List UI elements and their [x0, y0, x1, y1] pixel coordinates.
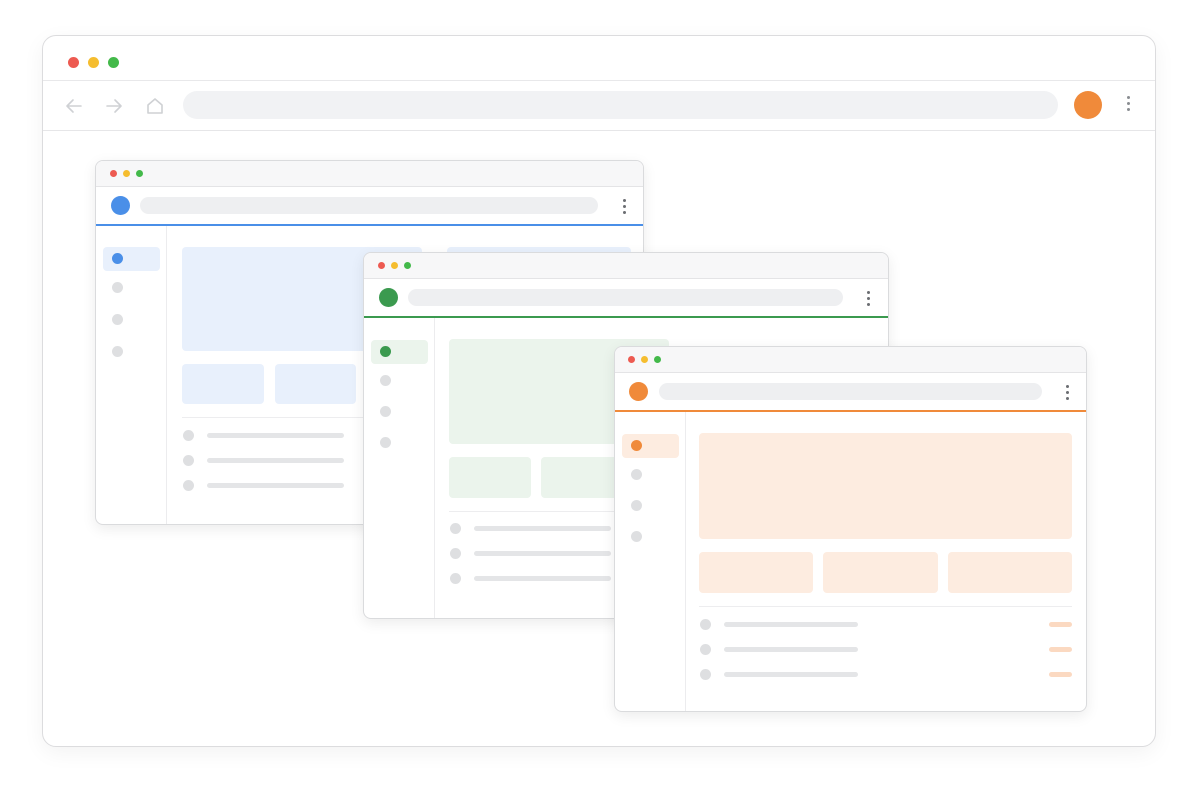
list-item-line [474, 526, 611, 531]
avatar[interactable] [111, 196, 130, 215]
outer-title-bar [43, 36, 1155, 81]
close-window-dot[interactable] [68, 57, 79, 68]
close-window-dot[interactable] [110, 170, 117, 177]
app-window-orange[interactable] [614, 346, 1087, 712]
list-item-line [724, 647, 858, 652]
minimize-window-dot[interactable] [391, 262, 398, 269]
list-item-dot [450, 548, 461, 559]
list-item-dot [700, 619, 711, 630]
sidebar-item[interactable] [622, 525, 679, 549]
kebab-menu-icon[interactable] [623, 199, 627, 217]
sidebar-dot [631, 500, 642, 511]
list-item-dot [183, 480, 194, 491]
window-toolbar [96, 187, 643, 224]
accent-line [96, 224, 643, 226]
address-bar[interactable] [183, 91, 1058, 119]
tile-card [541, 457, 621, 498]
window-title-bar [96, 161, 643, 187]
sidebar-dot [380, 346, 391, 357]
list-item-dot [700, 644, 711, 655]
sidebar-item[interactable] [371, 431, 428, 455]
divider [699, 606, 1072, 607]
sidebar-item[interactable] [103, 308, 160, 332]
outer-toolbar [43, 81, 1155, 131]
tile-card [449, 457, 531, 498]
search-input[interactable] [659, 383, 1042, 400]
tile-card [948, 552, 1072, 593]
maximize-window-dot[interactable] [108, 57, 119, 68]
list-item-line [474, 576, 611, 581]
home-icon[interactable] [144, 95, 166, 117]
sidebar-dot [112, 314, 123, 325]
search-input[interactable] [140, 197, 598, 214]
minimize-window-dot[interactable] [88, 57, 99, 68]
list-item-line [724, 672, 858, 677]
list-item-line [207, 458, 344, 463]
sidebar-item[interactable] [371, 400, 428, 424]
arrow-right-icon[interactable] [103, 95, 125, 117]
sidebar-item-active[interactable] [103, 247, 160, 271]
hero-card [699, 433, 1072, 539]
kebab-menu-icon[interactable] [867, 291, 871, 309]
window-toolbar [364, 279, 888, 316]
sidebar-item-active[interactable] [622, 434, 679, 458]
tile-card [699, 552, 813, 593]
maximize-window-dot[interactable] [404, 262, 411, 269]
list-item-dot [700, 669, 711, 680]
kebab-menu-icon[interactable] [1127, 96, 1131, 114]
list-item-dot [183, 455, 194, 466]
tile-card [823, 552, 938, 593]
sidebar-dot [380, 406, 391, 417]
sidebar [364, 318, 435, 618]
sidebar-dot [631, 531, 642, 542]
sidebar [615, 412, 686, 711]
list-item-badge [1049, 647, 1072, 652]
sidebar-dot [380, 375, 391, 386]
arrow-left-icon[interactable] [63, 95, 85, 117]
list-item-line [207, 483, 344, 488]
search-input[interactable] [408, 289, 843, 306]
sidebar-item[interactable] [103, 340, 160, 364]
kebab-menu-icon[interactable] [1066, 385, 1070, 403]
sidebar [96, 226, 167, 524]
list-item-line [474, 551, 611, 556]
close-window-dot[interactable] [378, 262, 385, 269]
sidebar-dot [112, 253, 123, 264]
sidebar-dot [380, 437, 391, 448]
minimize-window-dot[interactable] [123, 170, 130, 177]
list-item-dot [450, 523, 461, 534]
sidebar-dot [112, 346, 123, 357]
profile-avatar[interactable] [1074, 91, 1102, 119]
minimize-window-dot[interactable] [641, 356, 648, 363]
sidebar-item[interactable] [622, 463, 679, 487]
sidebar-dot [112, 282, 123, 293]
list-item-dot [183, 430, 194, 441]
sidebar-dot [631, 440, 642, 451]
tile-card [275, 364, 356, 404]
maximize-window-dot[interactable] [136, 170, 143, 177]
avatar[interactable] [629, 382, 648, 401]
list-item-dot [450, 573, 461, 584]
accent-line [364, 316, 888, 318]
list-item-line [207, 433, 344, 438]
list-item-badge [1049, 622, 1072, 627]
sidebar-item[interactable] [371, 369, 428, 393]
window-toolbar [615, 373, 1086, 410]
avatar[interactable] [379, 288, 398, 307]
tile-card [182, 364, 264, 404]
sidebar-item[interactable] [103, 276, 160, 300]
list-item-badge [1049, 672, 1072, 677]
maximize-window-dot[interactable] [654, 356, 661, 363]
sidebar-item[interactable] [622, 494, 679, 518]
sidebar-item-active[interactable] [371, 340, 428, 364]
window-title-bar [615, 347, 1086, 373]
sidebar-dot [631, 469, 642, 480]
list-item-line [724, 622, 858, 627]
window-title-bar [364, 253, 888, 279]
close-window-dot[interactable] [628, 356, 635, 363]
